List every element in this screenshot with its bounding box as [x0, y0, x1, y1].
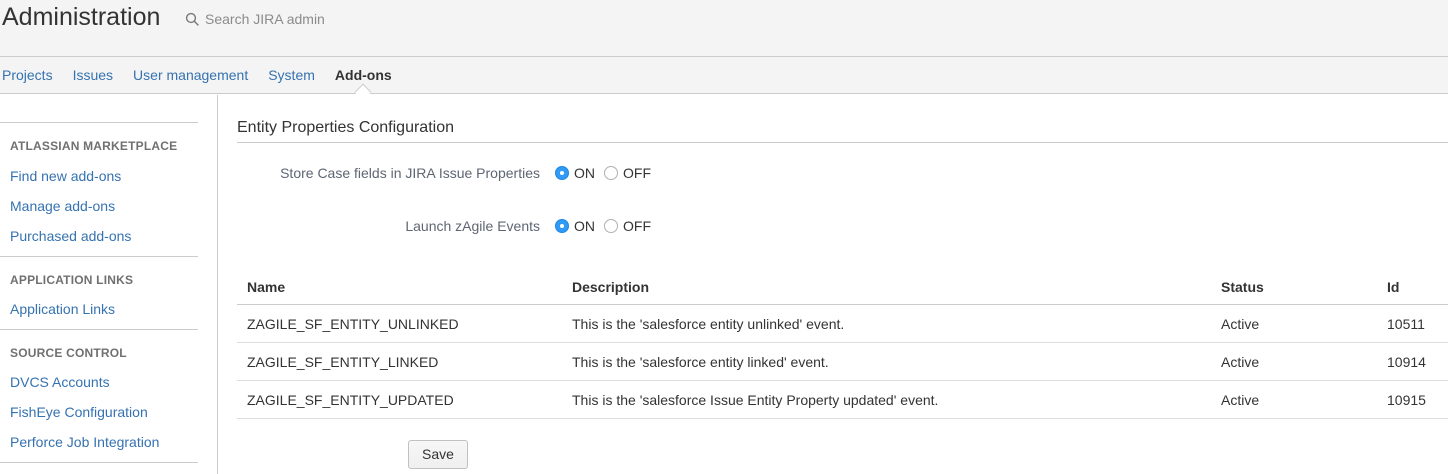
cell-name: ZAGILE_SF_ENTITY_UPDATED	[237, 381, 562, 419]
field-label-store-case-fields: Store Case fields in JIRA Issue Properti…	[237, 165, 540, 181]
tab-issues[interactable]: Issues	[73, 57, 113, 93]
cell-description: This is the 'salesforce Issue Entity Pro…	[562, 381, 1211, 419]
tab-projects[interactable]: Projects	[2, 57, 53, 93]
radio-off-label: OFF	[623, 218, 651, 234]
cell-status: Active	[1211, 343, 1377, 381]
radio-off-icon[interactable]	[604, 219, 618, 233]
radio-off-icon[interactable]	[604, 166, 618, 180]
sidebar-divider	[0, 122, 198, 123]
sidebar-item-manage-add-ons[interactable]: Manage add-ons	[10, 199, 217, 214]
search-icon	[185, 12, 200, 27]
column-header-name: Name	[237, 279, 562, 305]
main-content: Entity Properties Configuration Store Ca…	[218, 94, 1448, 474]
sidebar-heading-atlassian-marketplace: ATLASSIAN MARKETPLACE	[10, 140, 217, 153]
sidebar-divider	[0, 462, 198, 463]
save-button[interactable]: Save	[408, 440, 468, 469]
sidebar-heading-source-control: SOURCE CONTROL	[10, 347, 217, 360]
cell-name: ZAGILE_SF_ENTITY_UNLINKED	[237, 305, 562, 343]
sidebar-divider	[0, 256, 198, 257]
tab-user-management[interactable]: User management	[133, 57, 248, 93]
cell-description: This is the 'salesforce entity unlinked'…	[562, 305, 1211, 343]
tab-system[interactable]: System	[268, 57, 315, 93]
radio-on-selected-icon[interactable]	[555, 166, 569, 180]
table-header-row: Name Description Status Id	[237, 279, 1448, 305]
column-header-description: Description	[562, 279, 1211, 305]
radio-on-label: ON	[574, 165, 595, 181]
cell-id: 10914	[1377, 343, 1448, 381]
app-header: Administration	[0, 0, 1448, 57]
cell-id: 10511	[1377, 305, 1448, 343]
sidebar-item-find-new-add-ons[interactable]: Find new add-ons	[10, 169, 217, 184]
tab-add-ons[interactable]: Add-ons	[335, 57, 392, 93]
sidebar-item-application-links[interactable]: Application Links	[10, 302, 217, 317]
form-row-launch-zagile-events: Launch zAgile Events ON OFF	[237, 218, 1448, 234]
cell-status: Active	[1211, 305, 1377, 343]
sidebar-item-perforce-job-integration[interactable]: Perforce Job Integration	[10, 435, 217, 450]
tab-add-ons-label: Add-ons	[335, 67, 392, 83]
sidebar: ATLASSIAN MARKETPLACE Find new add-ons M…	[0, 95, 218, 474]
radio-group-store-case-fields: ON OFF	[555, 165, 651, 181]
cell-id: 10915	[1377, 381, 1448, 419]
column-header-status: Status	[1211, 279, 1377, 305]
field-label-launch-zagile-events: Launch zAgile Events	[237, 218, 540, 234]
form-row-store-case-fields: Store Case fields in JIRA Issue Properti…	[237, 165, 1448, 181]
radio-group-launch-zagile-events: ON OFF	[555, 218, 651, 234]
page-title: Administration	[2, 2, 160, 32]
sidebar-item-purchased-add-ons[interactable]: Purchased add-ons	[10, 229, 217, 244]
table-row: ZAGILE_SF_ENTITY_LINKED This is the 'sal…	[237, 343, 1448, 381]
radio-on-label: ON	[574, 218, 595, 234]
sidebar-heading-application-links: APPLICATION LINKS	[10, 274, 217, 287]
jira-admin-screen: Administration Projects Issues User mana…	[0, 0, 1448, 474]
column-header-id: Id	[1377, 279, 1448, 305]
sidebar-item-dvcs-accounts[interactable]: DVCS Accounts	[10, 375, 217, 390]
radio-off-label: OFF	[623, 165, 651, 181]
section-heading: Entity Properties Configuration	[237, 120, 1448, 143]
admin-search	[185, 8, 395, 30]
cell-status: Active	[1211, 381, 1377, 419]
admin-nav: Projects Issues User management System A…	[0, 57, 1448, 94]
table-row: ZAGILE_SF_ENTITY_UNLINKED This is the 's…	[237, 305, 1448, 343]
sidebar-item-fisheye-configuration[interactable]: FishEye Configuration	[10, 405, 217, 420]
table-row: ZAGILE_SF_ENTITY_UPDATED This is the 'sa…	[237, 381, 1448, 419]
search-input[interactable]	[205, 11, 395, 27]
cell-description: This is the 'salesforce entity linked' e…	[562, 343, 1211, 381]
sidebar-content: ATLASSIAN MARKETPLACE Find new add-ons M…	[0, 95, 217, 474]
radio-on-selected-icon[interactable]	[555, 219, 569, 233]
events-table: Name Description Status Id ZAGILE_SF_ENT…	[237, 279, 1448, 419]
sidebar-divider	[0, 329, 198, 330]
cell-name: ZAGILE_SF_ENTITY_LINKED	[237, 343, 562, 381]
